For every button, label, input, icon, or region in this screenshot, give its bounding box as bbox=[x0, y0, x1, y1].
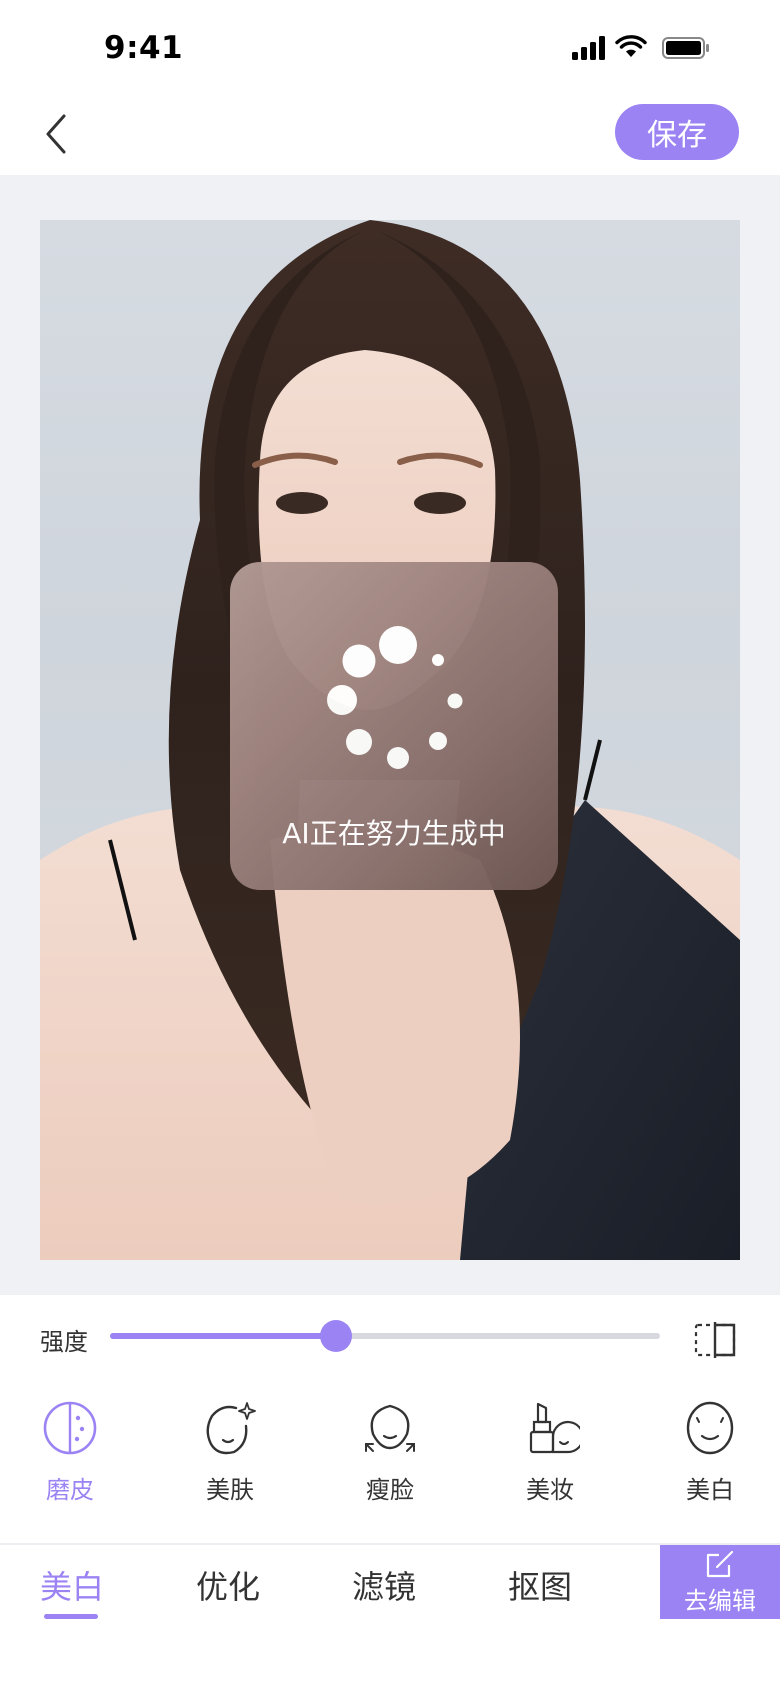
tool-skin-smooth[interactable]: 磨皮 bbox=[15, 1398, 125, 1508]
tab-cutout[interactable]: 抠图 bbox=[508, 1562, 572, 1622]
whitening-icon bbox=[686, 1401, 734, 1455]
tab-whitening[interactable]: 美白 bbox=[40, 1562, 104, 1622]
tool-slim-face[interactable]: 瘦脸 bbox=[335, 1398, 445, 1508]
go-edit-button[interactable]: 去编辑 bbox=[660, 1545, 780, 1619]
status-time: 9:41 bbox=[104, 30, 184, 66]
tool-label: 瘦脸 bbox=[366, 1476, 414, 1504]
intensity-label: 强度 bbox=[40, 1328, 88, 1356]
intensity-slider-fill bbox=[110, 1333, 336, 1339]
tool-whitening[interactable]: 美白 bbox=[655, 1398, 765, 1508]
tool-label: 美肤 bbox=[206, 1476, 254, 1504]
makeup-icon bbox=[529, 1402, 580, 1454]
save-button[interactable]: 保存 bbox=[615, 104, 739, 160]
loading-text: AI正在努力生成中 bbox=[282, 817, 506, 850]
back-button[interactable] bbox=[34, 106, 78, 162]
compare-icon bbox=[694, 1322, 736, 1358]
compare-button[interactable] bbox=[693, 1320, 739, 1360]
cellular-signal-icon bbox=[572, 36, 605, 60]
status-bar: 9:41 bbox=[0, 0, 780, 96]
tab-optimize[interactable]: 优化 bbox=[196, 1562, 260, 1622]
edit-icon bbox=[706, 1550, 734, 1577]
skin-beauty-icon bbox=[206, 1402, 256, 1455]
tool-label: 磨皮 bbox=[46, 1476, 94, 1504]
tool-label: 美白 bbox=[686, 1476, 734, 1504]
wifi-icon bbox=[615, 35, 647, 57]
tool-makeup[interactable]: 美妆 bbox=[495, 1398, 605, 1508]
active-tab-indicator bbox=[44, 1614, 98, 1619]
tool-label: 美妆 bbox=[526, 1476, 574, 1504]
go-edit-label: 去编辑 bbox=[684, 1586, 756, 1615]
battery-icon bbox=[662, 37, 709, 59]
intensity-slider-thumb[interactable] bbox=[320, 1320, 352, 1352]
ai-loading-card: AI正在努力生成中 bbox=[230, 562, 558, 890]
slim-face-icon bbox=[365, 1404, 415, 1452]
chevron-left-icon bbox=[46, 114, 66, 154]
tool-skin-beauty[interactable]: 美肤 bbox=[175, 1398, 285, 1508]
tab-filter[interactable]: 滤镜 bbox=[352, 1562, 416, 1622]
skin-smooth-icon bbox=[43, 1401, 97, 1455]
